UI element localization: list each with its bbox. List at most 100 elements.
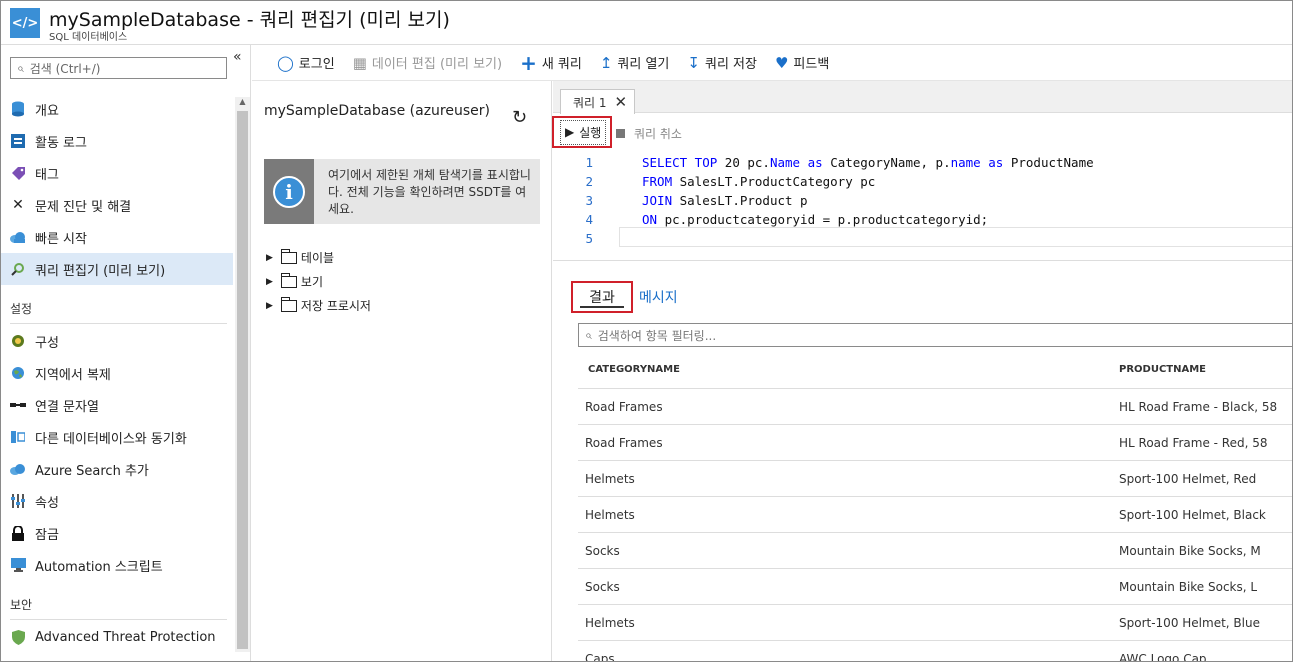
blade-header: </> mySampleDatabase - 쿼리 편집기 (미리 보기) SQ…	[1, 1, 1292, 45]
cell-product: Sport-100 Helmet, Blue	[1119, 616, 1260, 630]
cell-product: Mountain Bike Socks, L	[1119, 580, 1258, 594]
upload-icon: ↥	[599, 53, 613, 72]
sidebar-item-quickstart[interactable]: 빠른 시작	[1, 221, 233, 253]
scrollbar-thumb[interactable]	[237, 111, 248, 649]
info-text: 여기에서 제한된 개체 탐색기를 표시합니다. 전체 기능을 확인하려면 SSD…	[328, 168, 531, 216]
line-number: 4	[585, 212, 593, 227]
tools-icon: ✕	[12, 197, 24, 213]
refresh-icon[interactable]: ↻	[512, 107, 527, 128]
search-icon: ⌕	[585, 327, 592, 342]
cell-category: Road Frames	[585, 400, 663, 414]
tab-results-label: 결과	[589, 290, 615, 306]
column-header-productname[interactable]: PRODUCTNAME	[1119, 364, 1206, 375]
folder-icon	[280, 272, 297, 288]
sidebar-scrollbar[interactable]: ▲	[235, 97, 250, 652]
sidebar-item-threat-protection[interactable]: Advanced Threat Protection	[1, 621, 233, 653]
code-text: JOIN SalesLT.Product p	[642, 193, 808, 208]
new-query-label: 새 쿼리	[541, 57, 582, 72]
sidebar-item-automation[interactable]: Automation 스크립트	[1, 549, 233, 581]
login-button[interactable]: ◯ 로그인	[277, 53, 335, 73]
user-icon: ◯	[277, 53, 294, 72]
code-line: 2 FROM SalesLT.ProductCategory pc	[553, 172, 875, 191]
sidebar-item-label: Advanced Threat Protection	[35, 629, 216, 645]
sidebar-item-overview[interactable]: 개요	[1, 93, 233, 125]
code-line: 5	[553, 229, 593, 248]
divider	[10, 619, 227, 620]
sidebar-item-geo-replication[interactable]: 지역에서 복제	[1, 357, 233, 389]
table-row[interactable]: Socks Mountain Bike Socks, L	[578, 569, 1292, 605]
sidebar: ⌕ 검색 (Ctrl+/) « 개요 활동 로그 태그 ✕ 문제 진단 및 해결…	[1, 45, 251, 661]
table-row[interactable]: Socks Mountain Bike Socks, M	[578, 533, 1292, 569]
active-tab-underline	[580, 306, 624, 308]
sidebar-item-connection-strings[interactable]: 연결 문자열	[1, 389, 233, 421]
code-line: 3 JOIN SalesLT.Product p	[553, 191, 808, 210]
line-number: 1	[585, 155, 593, 170]
run-button[interactable]: ▶ 실행	[552, 116, 612, 148]
login-label: 로그인	[298, 57, 335, 72]
expand-arrow-icon[interactable]: ▶	[266, 277, 273, 287]
table-row[interactable]: Caps AWC Logo Cap	[578, 641, 1292, 661]
sidebar-item-locks[interactable]: 잠금	[1, 517, 233, 549]
sidebar-item-label: 연결 문자열	[35, 399, 99, 415]
tree-item-tables[interactable]: ▶ 테이블	[266, 248, 334, 266]
table-row[interactable]: Helmets Sport-100 Helmet, Red	[578, 461, 1292, 497]
new-query-button[interactable]: + 새 쿼리	[520, 51, 582, 75]
column-header-categoryname[interactable]: CATEGORYNAME	[588, 364, 680, 375]
cancel-query-button[interactable]: 쿼리 취소	[616, 125, 682, 142]
open-query-button[interactable]: ↥ 쿼리 열기	[599, 53, 670, 73]
results-filter-input[interactable]: ⌕ 검색하여 항목 필터링...	[578, 323, 1292, 347]
sidebar-item-configure[interactable]: 구성	[1, 325, 233, 357]
collapse-sidebar-button[interactable]: «	[233, 49, 242, 65]
sidebar-item-azure-search[interactable]: Azure Search 추가	[1, 453, 233, 485]
close-icon[interactable]: ✕	[615, 93, 628, 111]
sidebar-item-properties[interactable]: 속성	[1, 485, 233, 517]
overview-icon	[10, 101, 26, 117]
window: </> mySampleDatabase - 쿼리 편집기 (미리 보기) SQ…	[0, 0, 1293, 662]
expand-arrow-icon[interactable]: ▶	[266, 301, 273, 311]
query-tab[interactable]: 쿼리 1 ✕	[560, 89, 635, 114]
sidebar-item-activity-log[interactable]: 활동 로그	[1, 125, 233, 157]
divider	[10, 323, 227, 324]
tab-messages[interactable]: 메시지	[639, 287, 678, 307]
table-row[interactable]: Road Frames HL Road Frame - Red, 58	[578, 425, 1292, 461]
grid-header: CATEGORYNAME PRODUCTNAME	[578, 351, 1292, 389]
sidebar-item-diagnose[interactable]: ✕ 문제 진단 및 해결	[1, 189, 233, 221]
sidebar-item-label: 쿼리 편집기 (미리 보기)	[35, 263, 166, 279]
table-row[interactable]: Road Frames HL Road Frame - Black, 58	[578, 389, 1292, 425]
table-edit-icon: ▦	[352, 53, 367, 72]
code-line: 1 SELECT TOP 20 pc.Name as CategoryName,…	[553, 153, 1094, 172]
sql-database-icon: </>	[10, 8, 40, 38]
tab-results[interactable]: 결과	[571, 281, 633, 313]
tree-item-stored-procedures[interactable]: ▶ 저장 프로시저	[266, 296, 371, 314]
feedback-button[interactable]: ♥ 피드백	[775, 53, 829, 73]
sidebar-item-label: Automation 스크립트	[35, 559, 163, 575]
cell-category: Socks	[585, 580, 620, 594]
object-explorer: mySampleDatabase (azureuser) ↻ i 여기에서 제한…	[252, 81, 552, 661]
expand-arrow-icon[interactable]: ▶	[266, 253, 273, 263]
scroll-up-icon[interactable]: ▲	[235, 97, 250, 109]
save-query-button[interactable]: ↧ 쿼리 저장	[687, 53, 757, 73]
info-banner: i 여기에서 제한된 개체 탐색기를 표시합니다. 전체 기능을 확인하려면 S…	[264, 159, 540, 224]
search-cloud-icon	[10, 461, 26, 477]
command-bar: ◯ 로그인 ▦ 데이터 편집 (미리 보기) + 새 쿼리 ↥ 쿼리 열기 ↧ …	[252, 45, 1292, 81]
run-label: 실행	[579, 125, 602, 140]
code-editor[interactable]: 1 SELECT TOP 20 pc.Name as CategoryName,…	[553, 151, 1292, 261]
line-number: 2	[585, 174, 593, 189]
cell-product: Sport-100 Helmet, Red	[1119, 472, 1257, 486]
sidebar-item-label: 문제 진단 및 해결	[35, 199, 132, 215]
connection-icon	[10, 397, 26, 413]
tree-item-views[interactable]: ▶ 보기	[266, 272, 323, 290]
folder-icon	[280, 296, 297, 312]
table-row[interactable]: Helmets Sport-100 Helmet, Blue	[578, 605, 1292, 641]
sidebar-search-input[interactable]: ⌕ 검색 (Ctrl+/)	[10, 57, 227, 79]
sidebar-item-query-editor[interactable]: 쿼리 편집기 (미리 보기)	[1, 253, 233, 285]
sidebar-item-label: 태그	[35, 167, 59, 183]
filter-placeholder: 검색하여 항목 필터링...	[597, 328, 717, 343]
code-text: SELECT TOP 20 pc.Name as CategoryName, p…	[642, 155, 1094, 170]
page-subtitle: SQL 데이터베이스	[49, 32, 128, 43]
table-row[interactable]: Helmets Sport-100 Helmet, Black	[578, 497, 1292, 533]
edit-data-button[interactable]: ▦ 데이터 편집 (미리 보기)	[352, 53, 502, 73]
sync-icon	[10, 429, 26, 445]
sidebar-item-tags[interactable]: 태그	[1, 157, 233, 189]
sidebar-item-sync[interactable]: 다른 데이터베이스와 동기화	[1, 421, 233, 453]
